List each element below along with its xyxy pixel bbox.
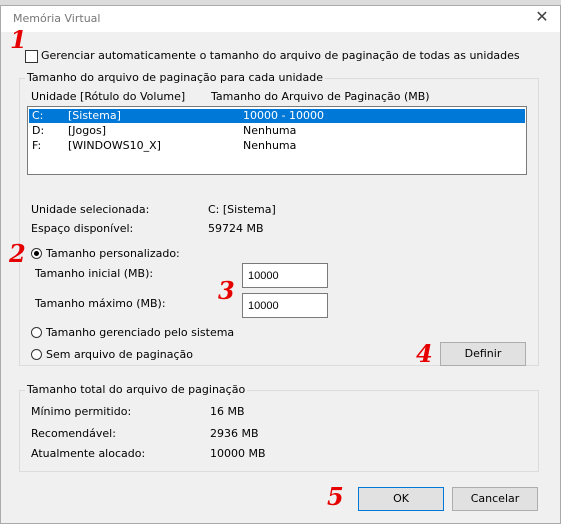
annotation-step-5: 5: [327, 482, 344, 511]
drive-label: [Sistema]: [68, 109, 121, 122]
annotation-step-2: 2: [9, 239, 26, 268]
max-size-input[interactable]: [242, 293, 328, 318]
auto-manage-checkbox[interactable]: [25, 50, 38, 63]
cancel-button[interactable]: Cancelar: [452, 487, 538, 511]
min-allowed-label: Mínimo permitido:: [31, 405, 132, 418]
initial-size-input[interactable]: [242, 263, 328, 288]
auto-manage-label[interactable]: Gerenciar automaticamente o tamanho do a…: [41, 49, 520, 62]
drive-label: [Jogos]: [68, 124, 107, 137]
custom-size-label[interactable]: Tamanho personalizado:: [46, 247, 180, 260]
min-allowed-value: 16 MB: [210, 405, 245, 418]
free-space-label: Espaço disponível:: [31, 222, 134, 235]
per-drive-group-label: Tamanho do arquivo de paginação para cad…: [25, 71, 325, 84]
annotation-step-3: 3: [218, 276, 235, 305]
drive-letter: F:: [32, 139, 42, 152]
no-paging-radio[interactable]: [31, 349, 42, 360]
window-title: Memória Virtual: [13, 12, 101, 25]
allocated-value: 10000 MB: [210, 447, 266, 460]
totals-group-label: Tamanho total do arquivo de paginação: [25, 383, 248, 396]
system-managed-radio[interactable]: [31, 327, 42, 338]
initial-size-label: Tamanho inicial (MB):: [35, 267, 154, 280]
drive-list[interactable]: C: [Sistema] 10000 - 10000 D: [Jogos] Ne…: [27, 106, 527, 175]
recommended-label: Recomendável:: [31, 427, 116, 440]
drive-letter: C:: [32, 109, 44, 122]
drive-size: Nenhuma: [243, 139, 297, 152]
selected-drive-label: Unidade selecionada:: [31, 203, 150, 216]
annotation-step-1: 1: [10, 25, 27, 54]
system-managed-label[interactable]: Tamanho gerenciado pelo sistema: [46, 326, 234, 339]
drive-row-d[interactable]: D: [Jogos] Nenhuma: [29, 124, 525, 138]
drive-row-c[interactable]: C: [Sistema] 10000 - 10000: [29, 109, 525, 123]
free-space-value: 59724 MB: [208, 222, 264, 235]
annotation-step-4: 4: [416, 339, 433, 368]
selected-drive-value: C: [Sistema]: [208, 203, 276, 216]
custom-size-radio[interactable]: [31, 248, 42, 259]
column-drive-header: Unidade [Rótulo do Volume]: [31, 90, 186, 103]
max-size-label: Tamanho máximo (MB):: [35, 297, 166, 310]
drive-label: [WINDOWS10_X]: [68, 139, 161, 152]
column-size-header: Tamanho do Arquivo de Paginação (MB): [211, 90, 430, 103]
ok-button[interactable]: OK: [358, 487, 444, 511]
drive-size: Nenhuma: [243, 124, 297, 137]
drive-row-f[interactable]: F: [WINDOWS10_X] Nenhuma: [29, 139, 525, 153]
no-paging-label[interactable]: Sem arquivo de paginação: [46, 348, 193, 361]
recommended-value: 2936 MB: [210, 427, 259, 440]
drive-size: 10000 - 10000: [243, 109, 324, 122]
allocated-label: Atualmente alocado:: [31, 447, 146, 460]
close-icon[interactable]: ✕: [533, 8, 551, 26]
drive-letter: D:: [32, 124, 45, 137]
set-button[interactable]: Definir: [440, 342, 526, 366]
